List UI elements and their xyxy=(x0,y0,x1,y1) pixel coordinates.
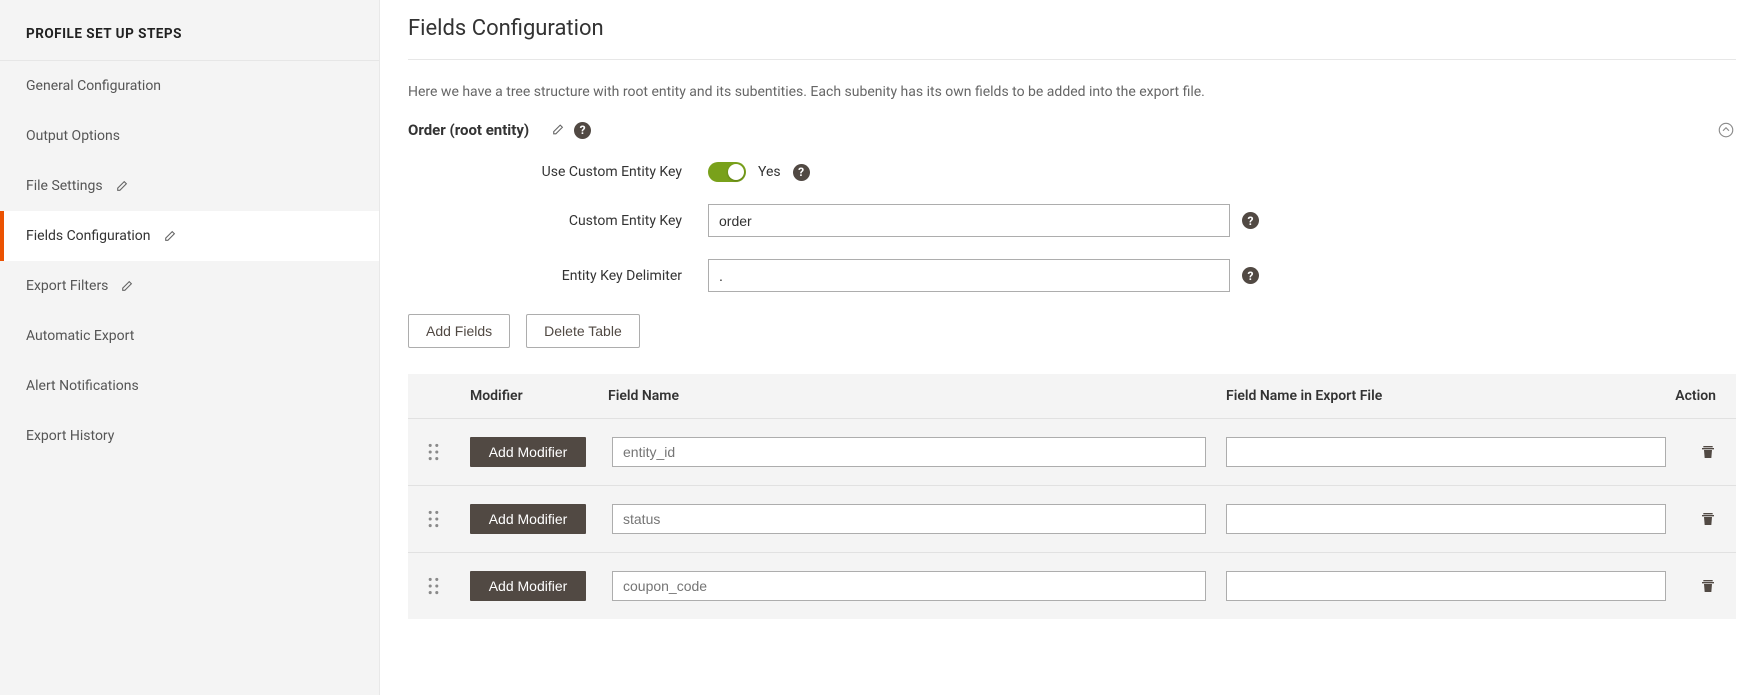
sidebar-item-general-configuration[interactable]: General Configuration xyxy=(0,61,379,111)
sidebar-item-file-settings[interactable]: File Settings xyxy=(0,161,379,211)
col-header-field-name: Field Name xyxy=(598,388,1216,404)
export-name-input[interactable] xyxy=(1226,504,1666,534)
add-fields-button[interactable]: Add Fields xyxy=(408,314,510,348)
collapse-icon[interactable] xyxy=(1716,120,1736,140)
table-row: Add Modifier xyxy=(408,418,1736,485)
fields-table: Modifier Field Name Field Name in Export… xyxy=(408,374,1736,619)
sidebar-item-output-options[interactable]: Output Options xyxy=(0,111,379,161)
drag-handle-icon[interactable] xyxy=(428,577,470,595)
drag-handle-icon[interactable] xyxy=(428,510,470,528)
col-header-action: Action xyxy=(1666,388,1716,404)
delete-row-icon[interactable] xyxy=(1700,443,1716,461)
sidebar: PROFILE SET UP STEPS General Configurati… xyxy=(0,0,380,695)
export-name-input[interactable] xyxy=(1226,437,1666,467)
sidebar-item-label: Export History xyxy=(26,428,114,444)
description-text: Here we have a tree structure with root … xyxy=(408,84,1736,100)
sidebar-item-label: Export Filters xyxy=(26,278,108,294)
use-custom-key-label: Use Custom Entity Key xyxy=(408,164,708,180)
help-icon[interactable]: ? xyxy=(1242,212,1259,229)
delete-table-button[interactable]: Delete Table xyxy=(526,314,640,348)
col-header-modifier: Modifier xyxy=(470,388,598,404)
sidebar-item-label: Alert Notifications xyxy=(26,378,139,394)
sidebar-item-alert-notifications[interactable]: Alert Notifications xyxy=(0,361,379,411)
help-icon[interactable]: ? xyxy=(574,122,591,139)
col-header-export-name: Field Name in Export File xyxy=(1216,388,1666,404)
sidebar-item-export-history[interactable]: Export History xyxy=(0,411,379,461)
table-row: Add Modifier xyxy=(408,485,1736,552)
entity-title: Order (root entity) xyxy=(408,121,529,139)
sidebar-item-label: File Settings xyxy=(26,178,103,194)
delete-row-icon[interactable] xyxy=(1700,577,1716,595)
custom-entity-key-input[interactable] xyxy=(708,204,1230,237)
sidebar-item-label: General Configuration xyxy=(26,78,161,94)
custom-entity-key-label: Custom Entity Key xyxy=(408,213,708,229)
pencil-icon[interactable] xyxy=(120,280,133,293)
entity-header: Order (root entity) ? xyxy=(408,120,1736,140)
use-custom-key-value: Yes xyxy=(758,164,781,180)
help-icon[interactable]: ? xyxy=(1242,267,1259,284)
sidebar-item-label: Automatic Export xyxy=(26,328,134,344)
page-title: Fields Configuration xyxy=(408,16,1736,59)
help-icon[interactable]: ? xyxy=(793,164,810,181)
main-content: Fields Configuration Here we have a tree… xyxy=(380,0,1764,695)
sidebar-item-label: Output Options xyxy=(26,128,120,144)
add-modifier-button[interactable]: Add Modifier xyxy=(470,504,586,534)
use-custom-key-toggle[interactable] xyxy=(708,162,746,182)
sidebar-header: PROFILE SET UP STEPS xyxy=(0,0,379,61)
table-row: Add Modifier xyxy=(408,552,1736,619)
entity-key-delimiter-label: Entity Key Delimiter xyxy=(408,268,708,284)
field-name-input[interactable] xyxy=(612,504,1206,534)
field-name-input[interactable] xyxy=(612,437,1206,467)
pencil-icon[interactable] xyxy=(163,230,176,243)
sidebar-item-label: Fields Configuration xyxy=(26,228,151,244)
sidebar-item-fields-configuration[interactable]: Fields Configuration xyxy=(0,211,379,261)
entity-key-delimiter-input[interactable] xyxy=(708,259,1230,292)
add-modifier-button[interactable]: Add Modifier xyxy=(470,571,586,601)
sidebar-item-export-filters[interactable]: Export Filters xyxy=(0,261,379,311)
table-header-row: Modifier Field Name Field Name in Export… xyxy=(408,374,1736,418)
divider xyxy=(408,59,1736,60)
field-name-input[interactable] xyxy=(612,571,1206,601)
sidebar-item-automatic-export[interactable]: Automatic Export xyxy=(0,311,379,361)
export-name-input[interactable] xyxy=(1226,571,1666,601)
add-modifier-button[interactable]: Add Modifier xyxy=(470,437,586,467)
pencil-icon[interactable] xyxy=(115,180,128,193)
drag-handle-icon[interactable] xyxy=(428,443,470,461)
delete-row-icon[interactable] xyxy=(1700,510,1716,528)
pencil-icon[interactable] xyxy=(551,124,564,137)
